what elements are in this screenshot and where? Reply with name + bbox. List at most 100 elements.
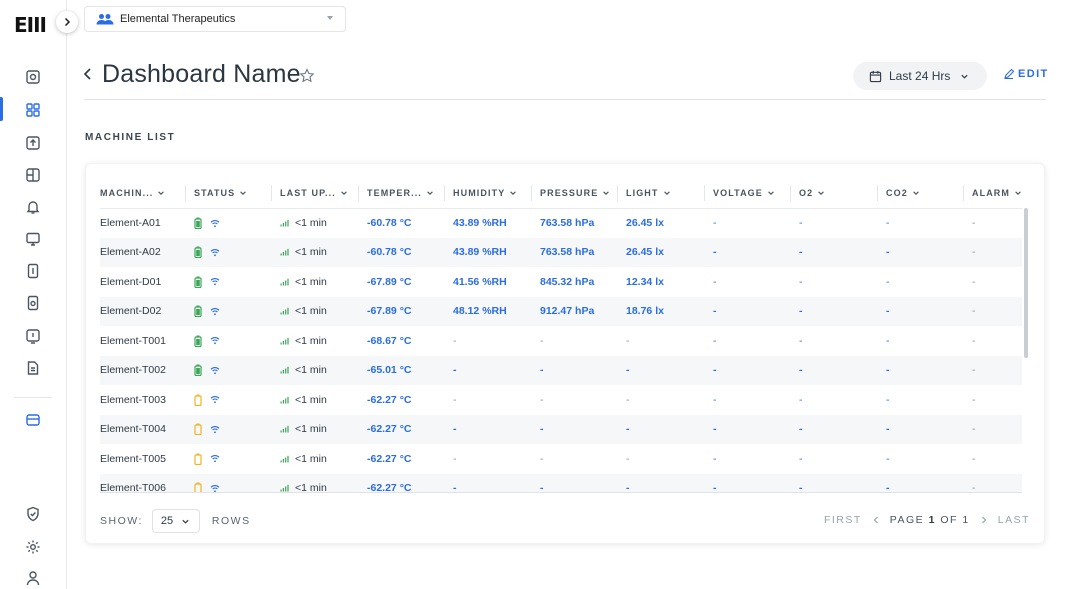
organization-select[interactable]: Elemental Therapeutics — [84, 6, 346, 32]
last-update: <1 min — [280, 335, 359, 347]
upload-icon[interactable] — [24, 134, 42, 152]
wifi-icon — [210, 396, 220, 404]
chevron-down-icon[interactable] — [767, 189, 775, 197]
column-header[interactable]: STATUS — [186, 178, 272, 209]
gear-icon[interactable] — [24, 538, 42, 556]
rows-per-page-select[interactable]: 25 — [151, 509, 200, 533]
last-page-button[interactable]: LAST — [998, 514, 1030, 526]
column-header[interactable]: TEMPER... — [359, 178, 445, 209]
chevron-right-icon — [64, 17, 71, 27]
table-row[interactable]: Element-D01 <1 min -67.89 °C 41.56 %RH 845.3… — [100, 267, 1022, 297]
chevron-down-icon[interactable] — [912, 189, 920, 197]
column-header[interactable]: LAST UP... — [272, 178, 359, 209]
column-header-label: LIGHT — [626, 187, 659, 198]
edit-button[interactable]: EDIT — [1003, 68, 1049, 80]
light-cell: - — [626, 334, 630, 347]
chevron-right-icon[interactable] — [980, 515, 988, 525]
machine-name-cell[interactable]: Element-T006 — [100, 473, 186, 492]
battery-icon — [194, 335, 202, 347]
table-row[interactable]: Element-D02 <1 min -67.89 °C 48.12 %RH 912.4… — [100, 296, 1022, 326]
report-icon[interactable] — [24, 359, 42, 377]
chevron-down-icon[interactable] — [1014, 189, 1022, 197]
layout-icon[interactable] — [24, 166, 42, 184]
dashboard-grid-icon[interactable] — [24, 101, 42, 119]
time-range-label: Last 24 Hrs — [889, 69, 951, 83]
last-update-value: <1 min — [295, 217, 327, 229]
alert-icon[interactable] — [24, 327, 42, 345]
status-cell — [186, 355, 272, 385]
time-range-button[interactable]: Last 24 Hrs — [853, 62, 987, 90]
voltage-cell: - — [713, 334, 717, 347]
machine-name-cell[interactable]: Element-D02 — [100, 296, 186, 326]
chevron-down-icon[interactable] — [426, 189, 434, 197]
table-row[interactable]: Element-T001 <1 min -68.67 °C - - - - - - - — [100, 326, 1022, 356]
machine-name-cell[interactable]: Element-A01 — [100, 208, 186, 238]
chevron-down-icon[interactable] — [602, 189, 610, 197]
table-row[interactable]: Element-T002 <1 min -65.01 °C - - - - - - - — [100, 355, 1022, 385]
machine-name-cell[interactable]: Element-T004 — [100, 414, 186, 444]
alarm-cell: - — [972, 393, 976, 406]
bell-icon[interactable] — [24, 198, 42, 216]
table-row[interactable]: Element-T004 <1 min -62.27 °C - - - - - - - — [100, 414, 1022, 444]
table-row[interactable]: Element-A01 <1 min -60.78 °C 43.89 %RH 763.5… — [100, 208, 1022, 238]
column-header[interactable]: O2 — [791, 178, 878, 209]
pressure-cell: - — [540, 334, 544, 347]
column-header[interactable]: VOLTAGE — [705, 178, 791, 209]
column-header[interactable]: ALARM — [964, 178, 1022, 209]
monitor-icon[interactable] — [24, 230, 42, 248]
machine-name-cell[interactable]: Element-T005 — [100, 444, 186, 474]
panel-icon[interactable] — [24, 411, 42, 429]
chevron-down-icon[interactable] — [817, 189, 825, 197]
table-row[interactable]: Element-T005 <1 min -62.27 °C - - - - - - - — [100, 444, 1022, 474]
column-header-label: TEMPER... — [367, 187, 422, 198]
app-logo[interactable]: EIII — [14, 13, 47, 37]
table-row[interactable]: Element-A02 <1 min -60.78 °C 43.89 %RH 763.5… — [100, 237, 1022, 267]
signal-icon — [280, 219, 289, 227]
table-row[interactable]: Element-T006 <1 min -62.27 °C - - - - - - - — [100, 473, 1022, 492]
machine-name-cell[interactable]: Element-T002 — [100, 355, 186, 385]
column-header[interactable]: PRESSURE — [532, 178, 618, 209]
chevron-down-icon[interactable] — [157, 189, 165, 197]
machine-name-cell[interactable]: Element-D01 — [100, 267, 186, 297]
machine-name-cell[interactable]: Element-A02 — [100, 237, 186, 267]
sidebar-expand-button[interactable] — [56, 11, 78, 33]
column-header[interactable]: LIGHT — [618, 178, 705, 209]
chevron-left-icon[interactable] — [872, 515, 880, 525]
chevron-down-icon[interactable] — [239, 189, 247, 197]
column-header-cell: LIGHT — [626, 184, 705, 201]
back-button[interactable] — [82, 66, 94, 87]
signal-icon — [280, 396, 289, 404]
light-cell: - — [618, 414, 705, 444]
pressure-cell: - — [532, 355, 618, 385]
column-header-label: ALARM — [972, 187, 1010, 198]
machine-name-cell[interactable]: Element-T003 — [100, 385, 186, 415]
shield-icon[interactable] — [24, 505, 42, 523]
last-update-cell: <1 min — [272, 296, 359, 326]
device-icon[interactable] — [24, 262, 42, 280]
user-icon[interactable] — [24, 569, 42, 587]
last-update-cell: <1 min — [272, 267, 359, 297]
chevron-down-icon[interactable] — [509, 189, 517, 197]
pressure-cell: - — [532, 414, 618, 444]
column-header[interactable]: HUMIDITY — [445, 178, 532, 209]
column-header[interactable]: MACHIN... — [100, 178, 186, 209]
table-bottom-border — [100, 492, 1022, 493]
first-page-button[interactable]: FIRST — [824, 514, 862, 526]
pressure-cell: - — [540, 393, 544, 406]
co2-cell: - — [886, 334, 890, 347]
page-total: 1 — [962, 514, 970, 526]
chevron-down-icon[interactable] — [340, 189, 348, 197]
camera-icon[interactable] — [24, 68, 42, 86]
sensor-icon[interactable] — [24, 294, 42, 312]
last-update: <1 min — [280, 246, 359, 258]
vertical-scrollbar[interactable] — [1024, 208, 1028, 358]
temperature-cell: -62.27 °C — [367, 393, 412, 406]
machine-name-cell[interactable]: Element-T001 — [100, 326, 186, 356]
favorite-star-button[interactable] — [299, 68, 315, 89]
pressure-cell: - — [532, 473, 618, 492]
battery-icon — [194, 394, 202, 406]
column-header-label: O2 — [799, 187, 814, 198]
table-row[interactable]: Element-T003 <1 min -62.27 °C - - - - - - - — [100, 385, 1022, 415]
chevron-down-icon[interactable] — [663, 189, 671, 197]
column-header[interactable]: CO2 — [878, 178, 964, 209]
